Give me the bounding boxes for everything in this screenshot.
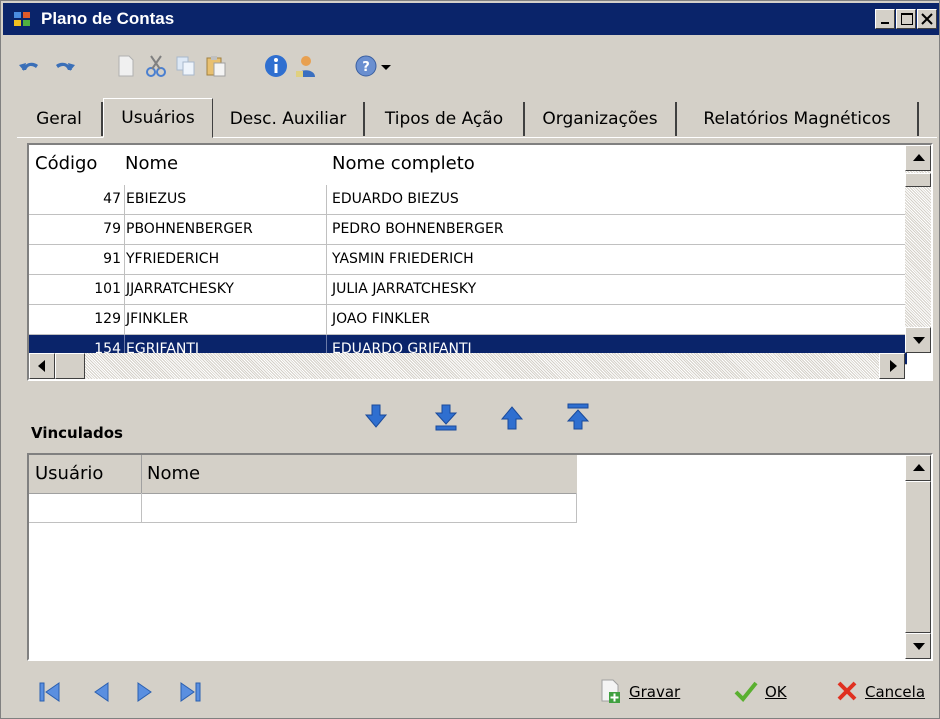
cell-codigo: 129	[94, 311, 121, 327]
cell-codigo: 101	[94, 281, 121, 297]
ok-button[interactable]: OK	[733, 675, 803, 707]
cell-nome: YFRIEDERICH	[126, 251, 220, 267]
close-button[interactable]	[917, 9, 937, 29]
tab-relatorios-magneticos[interactable]: Relatórios Magnéticos	[677, 102, 919, 136]
column-header-codigo[interactable]: Código	[35, 153, 97, 174]
svg-text:?: ?	[362, 60, 370, 75]
cell-nome: EBIEZUS	[126, 191, 187, 207]
save-icon	[601, 679, 620, 703]
minimize-button[interactable]	[875, 9, 895, 29]
move-up-icon[interactable]	[499, 401, 525, 433]
paste-icon[interactable]	[203, 53, 229, 79]
cell-nome-completo: EDUARDO BIEZUS	[332, 191, 459, 207]
table-row[interactable]: 79 PBOHNENBERGER PEDRO BOHNENBERGER	[29, 215, 907, 245]
arrow-down-icon	[913, 643, 925, 650]
copy-icon[interactable]	[173, 53, 199, 79]
scroll-up-button[interactable]	[905, 455, 931, 481]
maximize-icon	[901, 13, 913, 25]
close-icon	[921, 13, 933, 25]
linked-users-label: Vinculados	[31, 424, 123, 442]
arrow-left-icon	[38, 360, 45, 372]
help-icon[interactable]: ?	[353, 53, 379, 79]
scroll-thumb[interactable]	[905, 481, 931, 633]
bottom-bar: Gravar OK Cancela	[3, 665, 939, 718]
cell-nome-completo: JULIA JARRATCHESKY	[332, 281, 477, 297]
next-record-icon[interactable]	[131, 679, 157, 705]
arrow-up-icon	[913, 464, 925, 471]
user-permissions-icon[interactable]	[293, 53, 319, 79]
linked-grid-vertical-scrollbar[interactable]	[905, 455, 931, 659]
tab-geral[interactable]: Geral	[17, 102, 103, 136]
column-header-nome[interactable]: Nome	[125, 153, 178, 174]
save-button[interactable]: Gravar	[599, 675, 699, 707]
checkmark-icon	[734, 681, 758, 702]
first-record-icon[interactable]	[37, 679, 63, 705]
users-grid-vertical-scrollbar[interactable]	[905, 145, 931, 353]
cell-codigo: 79	[103, 221, 121, 237]
cut-icon[interactable]	[143, 53, 169, 79]
cancel-x-icon	[837, 681, 857, 701]
column-header-nome-completo[interactable]: Nome completo	[332, 153, 475, 174]
scroll-thumb[interactable]	[55, 353, 85, 379]
scroll-up-button[interactable]	[905, 145, 931, 171]
scroll-down-button[interactable]	[905, 633, 931, 659]
table-row[interactable]: 47 EBIEZUS EDUARDO BIEZUS	[29, 185, 907, 215]
move-to-bottom-icon[interactable]	[433, 401, 459, 433]
arrow-down-icon	[913, 337, 925, 344]
move-down-icon[interactable]	[363, 401, 389, 433]
cancel-button[interactable]: Cancela	[835, 675, 939, 707]
previous-record-icon[interactable]	[89, 679, 115, 705]
tab-desc-auxiliar[interactable]: Desc. Auxiliar	[213, 102, 365, 136]
help-dropdown-chevron-down-icon[interactable]	[379, 53, 393, 79]
cell-nome-completo: YASMIN FRIEDERICH	[332, 251, 474, 267]
scroll-left-button[interactable]	[29, 353, 55, 379]
info-icon[interactable]	[263, 53, 289, 79]
users-grid-horizontal-scrollbar[interactable]	[29, 353, 905, 379]
cell-codigo: 91	[103, 251, 121, 267]
scroll-thumb[interactable]	[905, 173, 931, 187]
users-grid[interactable]: Código Nome Nome completo 47 EBIEZUS EDU…	[27, 143, 933, 381]
table-row[interactable]: 129 JFINKLER JOAO FINKLER	[29, 305, 907, 335]
arrow-right-icon	[890, 360, 897, 372]
cell-codigo: 47	[103, 191, 121, 207]
move-to-top-icon[interactable]	[565, 401, 591, 433]
tab-tipos-de-acao[interactable]: Tipos de Ação	[365, 102, 525, 136]
table-row[interactable]	[29, 493, 577, 523]
app-icon	[14, 12, 30, 26]
ok-label: OK	[765, 683, 787, 701]
scroll-right-button[interactable]	[879, 353, 905, 379]
cell-nome: JFINKLER	[126, 311, 189, 327]
linked-grid-header: Usuário Nome	[29, 455, 577, 494]
save-label: Gravar	[629, 683, 681, 701]
maximize-button[interactable]	[896, 9, 916, 29]
tab-strip: Geral Usuários Desc. Auxiliar Tipos de A…	[17, 98, 929, 138]
column-header-nome[interactable]: Nome	[147, 463, 200, 484]
cell-nome: PBOHNENBERGER	[126, 221, 253, 237]
redo-icon[interactable]	[51, 53, 77, 79]
cell-nome-completo: PEDRO BOHNENBERGER	[332, 221, 504, 237]
window-title: Plano de Contas	[41, 9, 175, 28]
scroll-down-button[interactable]	[905, 327, 931, 353]
plano-de-contas-window: Plano de Contas ? Geral Usuários Desc. A…	[0, 0, 940, 719]
linked-users-grid[interactable]: Usuário Nome	[27, 453, 933, 661]
cancel-label: Cancela	[865, 683, 926, 701]
last-record-icon[interactable]	[177, 679, 203, 705]
minimize-icon	[881, 22, 889, 24]
tab-usuarios[interactable]: Usuários	[103, 98, 213, 138]
arrow-up-icon	[913, 154, 925, 161]
tab-organizacoes[interactable]: Organizações	[525, 102, 677, 136]
cell-nome: JJARRATCHESKY	[126, 281, 234, 297]
table-row[interactable]: 91 YFRIEDERICH YASMIN FRIEDERICH	[29, 245, 907, 275]
users-grid-header: Código Nome Nome completo	[29, 145, 907, 183]
column-header-usuario[interactable]: Usuário	[35, 463, 103, 484]
toolbar: ?	[3, 37, 939, 99]
new-document-icon[interactable]	[113, 53, 139, 79]
table-row[interactable]: 101 JJARRATCHESKY JULIA JARRATCHESKY	[29, 275, 907, 305]
cell-nome-completo: JOAO FINKLER	[332, 311, 430, 327]
undo-icon[interactable]	[17, 53, 43, 79]
title-bar[interactable]: Plano de Contas	[3, 3, 939, 35]
